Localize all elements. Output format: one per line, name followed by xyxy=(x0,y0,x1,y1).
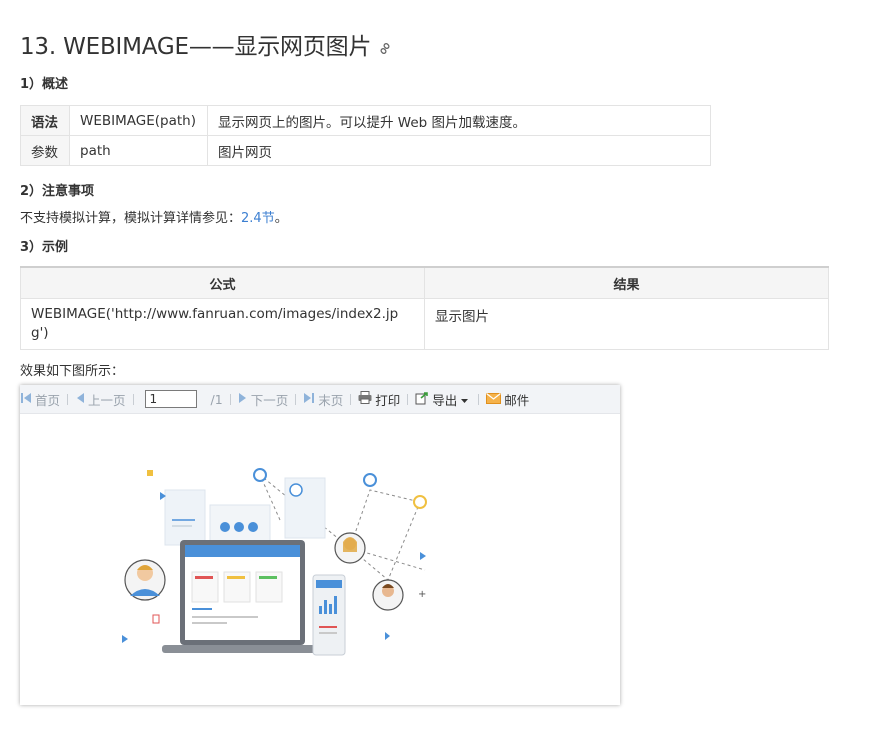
prev-page-button[interactable]: 上一页 xyxy=(75,390,126,409)
table-row: WEBIMAGE('http://www.fanruan.com/images/… xyxy=(20,298,829,350)
note-paragraph: 不支持模拟计算，模拟计算详情参见：2.4节。 xyxy=(20,207,288,226)
next-page-icon xyxy=(238,392,248,407)
table-row: 参数 path 图片网页 xyxy=(20,135,711,166)
toolbar-divider xyxy=(350,393,352,405)
table-header-row: 公式 结果 xyxy=(20,266,829,299)
toolbar-divider xyxy=(295,393,297,405)
section-heading-example: 3）示例 xyxy=(20,240,69,255)
export-dropdown[interactable]: 导出 xyxy=(415,390,471,409)
printer-icon xyxy=(358,391,372,407)
print-label: 打印 xyxy=(375,392,401,408)
mail-label: 邮件 xyxy=(504,392,530,408)
mail-icon xyxy=(486,392,502,407)
print-button[interactable]: 打印 xyxy=(358,390,400,409)
last-page-icon xyxy=(303,392,315,407)
page-title-text: 13. WEBIMAGE——显示网页图片 xyxy=(20,34,372,60)
syntax-param-cell: WEBIMAGE(path) xyxy=(69,105,208,136)
param-desc-cell: 图片网页 xyxy=(207,135,711,166)
next-page-button[interactable]: 下一页 xyxy=(238,390,289,409)
toolbar-divider xyxy=(67,393,69,405)
anchor-link-icon[interactable] xyxy=(379,35,391,61)
example-table: 公式 结果 WEBIMAGE('http://www.fanruan.com/i… xyxy=(20,266,829,350)
formula-cell: WEBIMAGE('http://www.fanruan.com/images/… xyxy=(20,298,425,350)
result-cell: 显示图片 xyxy=(424,298,829,350)
export-label: 导出 xyxy=(432,392,458,408)
section-heading-notes: 2）注意事项 xyxy=(20,184,95,199)
report-preview-screenshot: 首页 上一页 1 /1 下一页 末页 打印 导出 邮件 + xyxy=(20,385,620,705)
effect-caption: 效果如下图所示： xyxy=(20,364,125,379)
note-suffix: 。 xyxy=(274,211,288,226)
toolbar-divider xyxy=(407,393,409,405)
svg-text:+: + xyxy=(418,589,426,600)
page-total: /1 xyxy=(210,391,223,407)
column-header-formula: 公式 xyxy=(20,266,425,299)
page-number-input[interactable]: 1 xyxy=(144,390,197,408)
first-page-icon xyxy=(20,392,32,407)
export-icon xyxy=(415,391,429,408)
param-name-cell: path xyxy=(69,135,208,166)
note-text: 不支持模拟计算，模拟计算详情参见： xyxy=(20,211,242,226)
chevron-down-icon xyxy=(461,392,469,407)
last-page-label: 末页 xyxy=(318,392,344,408)
next-page-label: 下一页 xyxy=(250,392,289,408)
last-page-button[interactable]: 末页 xyxy=(303,390,343,409)
page-title: 13. WEBIMAGE——显示网页图片 xyxy=(20,27,391,61)
syntax-table: 语法 WEBIMAGE(path) 显示网页上的图片。可以提升 Web 图片加载… xyxy=(20,105,711,166)
section-heading-overview: 1）概述 xyxy=(20,77,69,92)
syntax-desc-cell: 显示网页上的图片。可以提升 Web 图片加载速度。 xyxy=(207,105,711,136)
section-2-4-link[interactable]: 2.4节 xyxy=(241,211,275,226)
web-image-illustration: + xyxy=(120,460,440,674)
toolbar-divider xyxy=(478,393,480,405)
param-key-cell: 参数 xyxy=(20,135,70,166)
toolbar-divider xyxy=(229,393,231,405)
prev-page-icon xyxy=(75,392,85,407)
first-page-button[interactable]: 首页 xyxy=(20,390,60,409)
column-header-result: 结果 xyxy=(424,266,829,299)
syntax-key-cell: 语法 xyxy=(20,105,70,136)
toolbar-divider xyxy=(132,393,134,405)
table-row: 语法 WEBIMAGE(path) 显示网页上的图片。可以提升 Web 图片加载… xyxy=(20,105,711,136)
prev-page-label: 上一页 xyxy=(88,392,126,408)
first-page-label: 首页 xyxy=(35,392,61,408)
mail-button[interactable]: 邮件 xyxy=(486,390,529,409)
report-toolbar: 首页 上一页 1 /1 下一页 末页 打印 导出 邮件 xyxy=(20,385,620,414)
